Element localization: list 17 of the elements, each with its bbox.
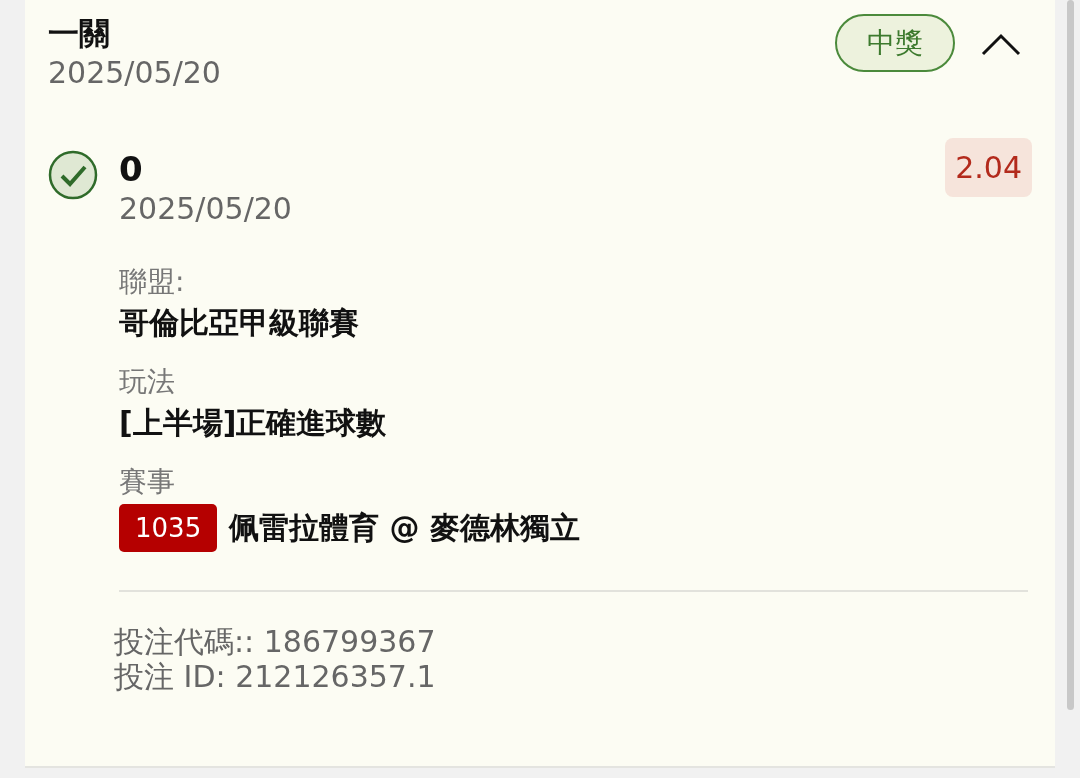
event-name: 佩雷拉體育 @ 麥德林獨立 xyxy=(229,509,581,547)
bet-reference: 投注 ID: 212126357.1 xyxy=(114,659,437,694)
bet-title: 一關 xyxy=(48,14,111,53)
field-value: [上半場]正確進球數 xyxy=(119,404,388,442)
selection-pick: 0 xyxy=(119,148,144,190)
bet-date: 2025/05/20 xyxy=(48,54,222,92)
field-label: 玩法 xyxy=(119,364,176,400)
field-value: 哥倫比亞甲級聯賽 xyxy=(119,304,360,342)
selection-date: 2025/05/20 xyxy=(119,190,292,228)
field-label: 聯盟: xyxy=(119,264,186,300)
scrollbar[interactable] xyxy=(1067,0,1074,710)
bet-reference: 投注代碼:: 186799367 xyxy=(114,624,437,659)
field-label: 賽事 xyxy=(119,464,176,500)
chevron-icon[interactable] xyxy=(981,32,1021,56)
event-code-badge: 1035 xyxy=(119,504,218,552)
odds-badge: 2.04 xyxy=(945,138,1032,197)
status-badge: 中獎 xyxy=(835,14,955,72)
